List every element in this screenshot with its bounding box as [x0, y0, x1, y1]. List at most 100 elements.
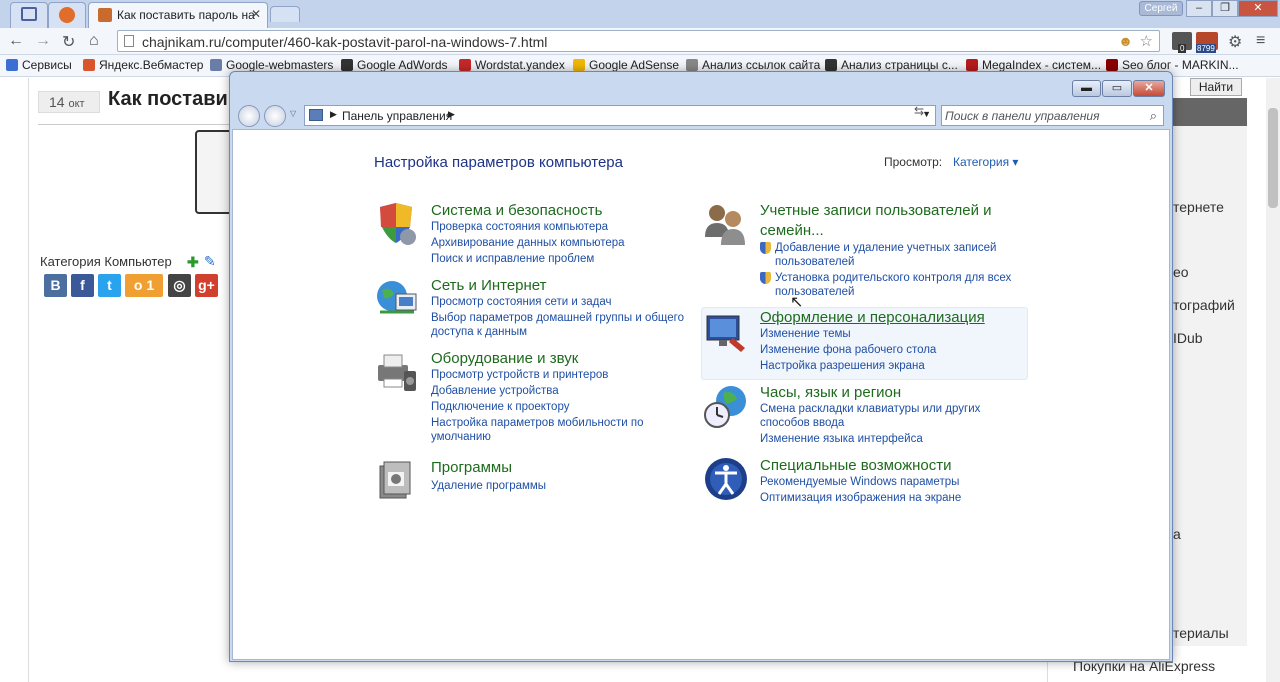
maximize-button[interactable]: ❐	[1212, 0, 1238, 17]
odnoklassniki-share-icon[interactable]: о 1	[125, 274, 163, 297]
cp-minimize-button[interactable]: ▬	[1072, 80, 1101, 97]
bookmark-item[interactable]: Анализ страницы с...	[825, 58, 958, 72]
category-title[interactable]: Учетные записи пользователей и	[760, 201, 992, 221]
category-title-cont[interactable]: семейн...	[760, 221, 824, 241]
category-link[interactable]: Удаление программы	[431, 479, 546, 493]
category-label[interactable]: Категория Компьютер	[40, 254, 172, 269]
address-bar[interactable]: chajnikam.ru/computer/460-kak-postavit-p…	[117, 30, 1160, 52]
category-title[interactable]: Система и безопасность	[431, 201, 602, 221]
googleplus-share-icon[interactable]: g+	[195, 274, 218, 297]
facebook-share-icon[interactable]: f	[71, 274, 94, 297]
minimize-button[interactable]: –	[1186, 0, 1212, 17]
settings-gear-icon[interactable]: ⚙	[1228, 32, 1242, 52]
bookmark-item[interactable]: MegaIndex - систем...	[966, 58, 1101, 72]
page-analysis-icon	[825, 59, 837, 71]
category-link[interactable]: Оптимизация изображения на экране	[760, 491, 961, 505]
tab-2[interactable]	[48, 2, 86, 28]
breadcrumb-arrow-icon[interactable]: ▶	[330, 109, 337, 120]
reload-icon[interactable]: ↻	[62, 32, 75, 52]
back-icon[interactable]: ←	[8, 32, 24, 50]
bookmark-item[interactable]: Google AdWords	[341, 58, 448, 72]
edit-pencil-icon[interactable]: ✎	[204, 253, 216, 270]
twitter-share-icon[interactable]: t	[98, 274, 121, 297]
sidebar-link[interactable]: тернете	[1173, 199, 1224, 215]
bookmark-item[interactable]: Сервисы	[6, 58, 72, 72]
category-link[interactable]: Просмотр устройств и принтеров	[431, 368, 608, 382]
cp-maximize-button[interactable]: ▭	[1102, 80, 1132, 97]
category-link[interactable]: Поиск и исправление проблем	[431, 252, 594, 266]
bookmark-item[interactable]: Анализ ссылок сайта	[686, 58, 820, 72]
bookmark-item[interactable]: Яндекс.Вебмастер	[83, 58, 203, 72]
divider	[38, 124, 238, 125]
bookmark-star-icon[interactable]: ☆	[1140, 32, 1153, 50]
window-titlebar[interactable]: ▬ ▭ ✕	[230, 72, 1172, 102]
breadcrumb-arrow-icon[interactable]: ▶	[448, 109, 455, 120]
category-title[interactable]: Оборудование и звук	[431, 349, 578, 369]
search-icon[interactable]: ⌕	[1150, 108, 1157, 124]
home-icon[interactable]: ⌂	[89, 32, 99, 50]
category-link[interactable]: Смена раскладки клавиатуры или других	[760, 402, 980, 416]
sidebar-link[interactable]: териалы	[1173, 625, 1229, 641]
category-link[interactable]: способов ввода	[760, 416, 844, 430]
tab-close-icon[interactable]: ✕	[251, 7, 261, 21]
page-scrollbar[interactable]	[1266, 78, 1280, 682]
category-link-cont[interactable]: пользователей	[760, 255, 854, 269]
forward-icon[interactable]: →	[35, 32, 51, 50]
cp-search-input[interactable]	[945, 108, 1140, 123]
menu-icon[interactable]: ≡	[1256, 32, 1265, 50]
new-tab-button[interactable]	[270, 6, 300, 22]
bookmark-item[interactable]: Wordstat.yandex	[459, 58, 565, 72]
category-link[interactable]: Настройка разрешения экрана	[760, 359, 925, 373]
category-link[interactable]: умолчанию	[431, 430, 491, 444]
site-search-button[interactable]: Найти	[1190, 78, 1242, 96]
cp-refresh-icon[interactable]: ⇆	[914, 104, 924, 118]
category-title[interactable]: Сеть и Интернет	[431, 276, 547, 296]
bookmark-item[interactable]: Google-webmasters	[210, 58, 333, 72]
cp-close-button[interactable]: ✕	[1133, 80, 1165, 97]
category-title[interactable]: Часы, язык и регион	[760, 383, 901, 403]
category-link[interactable]: Архивирование данных компьютера	[431, 236, 625, 250]
category-link[interactable]: Установка родительского контроля для все…	[760, 271, 1011, 285]
recent-pages-chevron-icon[interactable]: ▽	[290, 109, 296, 118]
category-link[interactable]: Просмотр состояния сети и задач	[431, 295, 611, 309]
cp-search-field[interactable]: ⌕	[941, 105, 1164, 126]
bookmark-item[interactable]: Seo блог - MARKIN...	[1106, 58, 1239, 72]
cp-forward-icon[interactable]	[264, 105, 286, 127]
category-link-cont[interactable]: пользователей	[760, 285, 854, 299]
view-mode-dropdown[interactable]: Категория ▾	[953, 155, 1018, 169]
category-link[interactable]: Изменение языка интерфейса	[760, 432, 923, 446]
add-icon[interactable]: ✚	[187, 254, 199, 271]
sidebar-link[interactable]: а	[1173, 526, 1181, 542]
post-title[interactable]: Как постави	[108, 88, 228, 111]
category-link[interactable]: Настройка параметров мобильности по	[431, 416, 644, 430]
category-link[interactable]: доступа к данным	[431, 325, 527, 339]
sidebar-link[interactable]: тографий	[1173, 297, 1235, 313]
category-link[interactable]: Добавление устройства	[431, 384, 559, 398]
category-link[interactable]: Изменение темы	[760, 327, 851, 341]
category-link[interactable]: Выбор параметров домашней группы и общег…	[431, 311, 684, 325]
page-title: Настройка параметров компьютера	[374, 154, 623, 171]
sidebar-link[interactable]: ео	[1173, 264, 1189, 280]
category-link[interactable]: Добавление и удаление учетных записей	[760, 241, 996, 255]
category-link[interactable]: Проверка состояния компьютера	[431, 220, 608, 234]
vk-share-icon[interactable]: B	[44, 274, 67, 297]
category-title[interactable]: Специальные возможности	[760, 456, 952, 476]
cp-navigation-bar: ▽ ▶ Панель управления ▶ ▼ ⇆ ⌕	[230, 102, 1172, 128]
breadcrumb[interactable]: Панель управления	[342, 109, 452, 123]
category-link[interactable]: Изменение фона рабочего стола	[760, 343, 936, 357]
tab-1[interactable]	[10, 2, 48, 28]
category-title[interactable]: Программы	[431, 458, 512, 478]
scroll-thumb[interactable]	[1268, 108, 1278, 208]
tab-active[interactable]: Как поставить пароль на ✕	[88, 2, 268, 28]
sidebar-link[interactable]: IDub	[1173, 330, 1203, 346]
category-link[interactable]: Рекомендуемые Windows параметры	[760, 475, 959, 489]
user-profile-badge[interactable]: Сергей	[1139, 1, 1183, 16]
close-window-button[interactable]: ✕	[1238, 0, 1278, 17]
mailru-share-icon[interactable]: ◎	[168, 274, 191, 297]
megaindex-icon	[966, 59, 978, 71]
cp-back-icon[interactable]	[238, 105, 260, 127]
extension-face-icon[interactable]: ☻	[1118, 33, 1133, 49]
bookmark-item[interactable]: Google AdSense	[573, 58, 679, 72]
category-link[interactable]: Подключение к проектору	[431, 400, 569, 414]
cp-address-field[interactable]: ▶ Панель управления ▶ ▼	[304, 105, 936, 126]
